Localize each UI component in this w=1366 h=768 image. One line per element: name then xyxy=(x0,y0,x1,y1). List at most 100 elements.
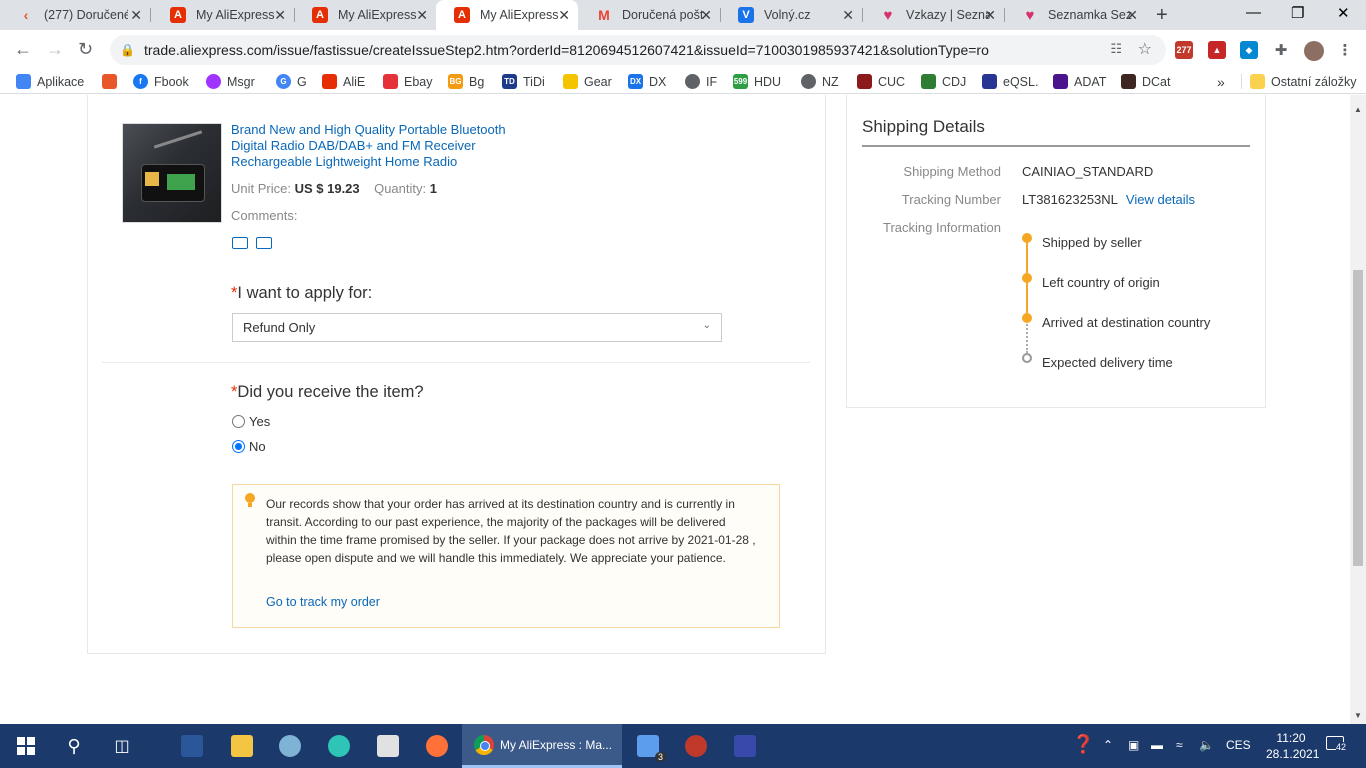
dx-icon: DX xyxy=(628,74,643,89)
track-order-link[interactable]: Go to track my order xyxy=(266,595,380,609)
app-icon-red[interactable] xyxy=(682,732,710,760)
bookmark-dcat[interactable]: DCat xyxy=(1121,74,1170,89)
word-icon[interactable] xyxy=(178,732,206,760)
bookmark-adat[interactable]: ADAT xyxy=(1053,74,1106,89)
menu-icon[interactable]: ⋮ xyxy=(1336,41,1354,59)
apply-for-select[interactable]: Refund Only ⌄ xyxy=(232,313,722,342)
bookmark-hdu[interactable]: 599 HDU xyxy=(733,74,781,89)
start-button[interactable] xyxy=(12,732,40,760)
scrollbar-thumb[interactable] xyxy=(1353,270,1363,566)
transit-notice: Our records show that your order has arr… xyxy=(232,484,780,628)
close-icon[interactable]: ✕ xyxy=(1126,7,1138,24)
maximize-button[interactable]: ❐ xyxy=(1291,4,1304,22)
back-button[interactable]: ← xyxy=(14,39,32,60)
close-icon[interactable]: ✕ xyxy=(130,7,142,24)
tab-gmail[interactable]: M Doručená pošt ✕ xyxy=(578,0,720,30)
bookmark-tidi[interactable]: TD TiDi xyxy=(502,74,545,89)
bookmark-msgr[interactable]: Msgr xyxy=(206,74,255,89)
avatar[interactable] xyxy=(1304,41,1324,61)
edge-icon[interactable] xyxy=(325,732,353,760)
bookmark-aliexpress-arrow[interactable] xyxy=(102,74,123,89)
system-clock[interactable]: 11:20 28.1.2021 xyxy=(1266,730,1319,762)
tab-my-aliexpress-2[interactable]: A My AliExpress ✕ xyxy=(294,0,436,30)
chevron-up-icon[interactable]: ⌃ xyxy=(1103,738,1113,752)
star-icon[interactable]: ☆ xyxy=(1138,39,1152,59)
usb-icon[interactable]: ▣ xyxy=(1128,738,1139,752)
speaker-icon[interactable]: 🔈 xyxy=(1199,738,1214,752)
firefox-icon[interactable] xyxy=(423,732,451,760)
battery-icon[interactable]: ▬ xyxy=(1151,738,1163,752)
bookmark-label: Gear xyxy=(584,74,612,89)
more-bookmarks-button[interactable]: » xyxy=(1217,74,1225,90)
radio-no[interactable] xyxy=(232,440,245,453)
file-explorer-icon[interactable] xyxy=(228,732,256,760)
bookmark-eqsl[interactable]: eQSL. xyxy=(982,74,1038,89)
bookmark-alie[interactable]: AliE xyxy=(322,74,365,89)
reload-button[interactable]: ↻ xyxy=(78,39,93,60)
product-image[interactable] xyxy=(122,123,222,223)
unit-price-label: Unit Price: xyxy=(231,181,291,196)
bookmark-apps[interactable]: Aplikace xyxy=(16,74,84,89)
close-icon[interactable]: ✕ xyxy=(700,7,712,24)
scroll-down-arrow[interactable]: ▼ xyxy=(1354,711,1362,720)
language-indicator[interactable]: CES xyxy=(1226,738,1251,752)
facebook-icon: f xyxy=(133,74,148,89)
floppy-app-icon[interactable] xyxy=(731,732,759,760)
mail-extension-icon[interactable]: 277 xyxy=(1175,41,1193,59)
product-title-link[interactable]: Brand New and High Quality Portable Blue… xyxy=(231,122,531,170)
received-option-yes[interactable]: Yes xyxy=(232,414,270,429)
bookmark-cdj[interactable]: CDJ xyxy=(921,74,966,89)
view-details-link[interactable]: View details xyxy=(1126,192,1195,207)
minimize-button[interactable]: — xyxy=(1246,4,1261,21)
close-icon[interactable]: ✕ xyxy=(558,7,570,24)
scroll-up-arrow[interactable]: ▲ xyxy=(1354,105,1362,114)
received-option-no[interactable]: No xyxy=(232,439,266,454)
help-icon[interactable]: ❓ xyxy=(1072,734,1094,755)
bookmark-dx[interactable]: DX DX xyxy=(628,74,666,89)
image-icon[interactable] xyxy=(232,237,248,249)
close-icon[interactable]: ✕ xyxy=(416,7,428,24)
tab-label: Doručená pošt xyxy=(622,8,704,22)
bookmark-bg[interactable]: BG Bg xyxy=(448,74,484,89)
close-icon[interactable]: ✕ xyxy=(842,7,854,24)
store-icon[interactable] xyxy=(374,732,402,760)
tracking-number-label: Tracking Number xyxy=(901,192,1001,207)
other-bookmarks[interactable]: Ostatní záložky xyxy=(1241,74,1356,89)
pdf-extension-icon[interactable]: ▲ xyxy=(1208,41,1226,59)
bookmark-cuc[interactable]: CUC xyxy=(857,74,905,89)
close-icon[interactable]: ✕ xyxy=(984,7,996,24)
close-icon[interactable]: ✕ xyxy=(274,7,286,24)
notice-text: Our records show that your order has arr… xyxy=(266,497,756,565)
paint-icon[interactable] xyxy=(276,732,304,760)
notification-center[interactable]: 42 xyxy=(1326,736,1352,756)
bookmark-gear[interactable]: Gear xyxy=(563,74,612,89)
extension-icon[interactable]: ◆ xyxy=(1240,41,1258,59)
tab-my-aliexpress-1[interactable]: A My AliExpress ✕ xyxy=(152,0,294,30)
task-view-icon[interactable]: ◫ xyxy=(108,732,136,760)
bookmark-ebay[interactable]: Ebay xyxy=(383,74,433,89)
tab-my-aliexpress-active[interactable]: A My AliExpress ✕ xyxy=(436,0,578,30)
card-icon[interactable] xyxy=(256,237,272,249)
tab-volny[interactable]: V Volný.cz ✕ xyxy=(720,0,862,30)
translate-icon[interactable]: ☷ xyxy=(1110,41,1122,57)
tab-doručené[interactable]: ‹ (277) Doručené ✕ xyxy=(0,0,150,30)
bookmark-nz[interactable]: NZ xyxy=(801,74,839,89)
tab-seznamka[interactable]: ♥ Seznamka Sezn ✕ xyxy=(1004,0,1146,30)
mail-icon[interactable]: 3 xyxy=(634,732,666,762)
wifi-icon[interactable]: ≈ xyxy=(1176,738,1183,752)
search-icon[interactable]: ⚲ xyxy=(60,732,88,760)
lock-icon[interactable]: 🔒 xyxy=(120,43,135,57)
puzzle-icon[interactable]: ✚ xyxy=(1272,41,1290,59)
taskbar-chrome-active[interactable]: My AliExpress : Ma... xyxy=(462,724,622,768)
bookmark-if[interactable]: IF xyxy=(685,74,717,89)
tab-vzkazy[interactable]: ♥ Vzkazy | Sezna ✕ xyxy=(862,0,1004,30)
light-shape xyxy=(145,172,159,186)
address-bar[interactable]: 🔒 trade.aliexpress.com/issue/fastissue/c… xyxy=(110,35,1166,65)
page-scrollbar[interactable]: ▲ ▼ xyxy=(1350,95,1366,724)
bookmark-fbook[interactable]: f Fbook xyxy=(133,74,189,89)
forward-button[interactable]: → xyxy=(46,39,64,60)
radio-yes[interactable] xyxy=(232,415,245,428)
bookmark-google[interactable]: GG xyxy=(276,74,307,89)
close-window-button[interactable]: ✕ xyxy=(1337,4,1350,22)
new-tab-button[interactable]: + xyxy=(1156,4,1168,27)
